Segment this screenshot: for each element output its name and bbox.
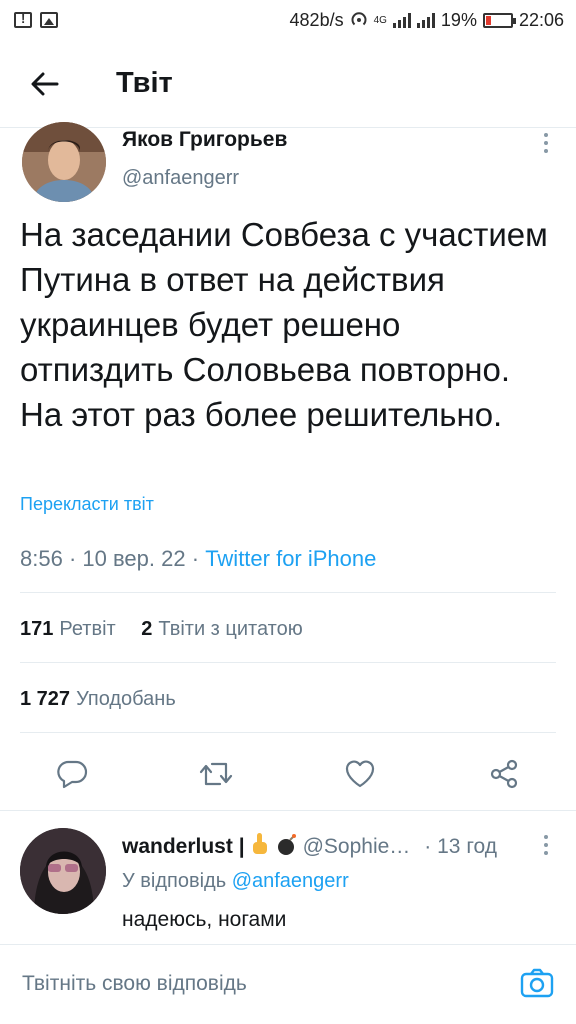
reply-to-label: У відповідь xyxy=(122,870,227,892)
reply-header: wanderlust | @Sophie… · 13 год xyxy=(122,832,497,862)
likes-link[interactable]: 1 727 Уподобань xyxy=(20,688,176,710)
tweet-time: 8:56 xyxy=(20,546,63,571)
like-button[interactable] xyxy=(340,754,380,794)
battery-icon xyxy=(482,12,516,28)
author-name[interactable]: Яков Григорьев xyxy=(122,128,287,152)
tweet-meta: 8:56 · 10 вер. 22 · Twitter for iPhone xyxy=(20,546,376,572)
page-title: Твіт xyxy=(116,67,173,99)
divider xyxy=(20,662,556,663)
battery-percent: 19% xyxy=(440,9,477,30)
clock: 22:06 xyxy=(518,9,564,30)
status-left xyxy=(14,11,58,28)
divider xyxy=(20,592,556,593)
reply-author-handle[interactable]: @Sophie… xyxy=(303,835,411,859)
signal-2-icon xyxy=(416,12,435,28)
reply-avatar[interactable] xyxy=(20,828,106,914)
more-options-button[interactable] xyxy=(542,132,550,159)
status-bar: 482b/s 4G 19% 22:06 xyxy=(0,0,576,40)
heart-icon xyxy=(345,760,375,788)
divider xyxy=(20,732,556,733)
avatar-photo xyxy=(22,122,106,202)
image-notification-icon xyxy=(40,12,58,28)
retweets-link[interactable]: 171 Ретвіт xyxy=(20,618,116,640)
retweet-stats: 171 Ретвіт 2 Твіти з цитатою xyxy=(20,618,303,641)
retweets-count: 171 xyxy=(20,618,54,640)
likes-label: Уподобань xyxy=(76,688,176,710)
hand-emoji-icon xyxy=(251,832,269,862)
reply-time: · 13 год xyxy=(424,835,497,858)
network-type: 4G xyxy=(373,14,387,26)
tweet-actions xyxy=(0,744,576,804)
bomb-emoji-icon xyxy=(275,832,299,862)
reply-compose-input[interactable]: Твітніть свою відповідь xyxy=(22,972,247,996)
arrow-left-icon xyxy=(31,72,59,95)
reply-tweet[interactable]: wanderlust | @Sophie… · 13 год У відпові… xyxy=(0,812,576,942)
status-right: 482b/s 4G 19% 22:06 xyxy=(290,10,564,31)
camera-icon xyxy=(520,968,554,998)
share-button[interactable] xyxy=(484,754,524,794)
back-button[interactable] xyxy=(0,40,90,128)
meta-separator: · xyxy=(191,546,200,571)
network-speed: 482b/s xyxy=(289,9,344,30)
likes-count: 1 727 xyxy=(20,688,71,710)
reply-author-name[interactable]: wanderlust | xyxy=(122,835,245,859)
reply-more-options-button[interactable] xyxy=(542,834,550,861)
quotes-label: Твіти з цитатою xyxy=(158,618,303,640)
likes-stats: 1 727 Уподобань xyxy=(20,688,176,711)
retweet-button[interactable] xyxy=(196,754,236,794)
meta-separator: · xyxy=(68,546,77,571)
tweet-source-link[interactable]: Twitter for iPhone xyxy=(205,546,376,571)
reply-icon xyxy=(57,760,88,789)
reply-button[interactable] xyxy=(52,754,92,794)
author-avatar[interactable] xyxy=(22,122,106,202)
camera-button[interactable] xyxy=(520,966,554,1000)
retweets-label: Ретвіт xyxy=(59,618,116,640)
reply-to-handle-link[interactable]: @anfaengerr xyxy=(232,870,349,892)
retweet-icon xyxy=(199,762,233,786)
translate-tweet-link[interactable]: Перекласти твіт xyxy=(20,494,154,515)
compose-bar: Твітніть свою відповідь xyxy=(0,944,576,1024)
tweet-date: 10 вер. 22 xyxy=(82,546,186,571)
author-handle[interactable]: @anfaengerr xyxy=(122,167,239,190)
author-row: Яков Григорьев @anfaengerr xyxy=(0,122,576,206)
reply-to-line: У відповідь @anfaengerr xyxy=(122,870,349,893)
avatar-photo xyxy=(20,828,106,914)
hotspot-icon xyxy=(351,12,367,26)
alert-notification-icon xyxy=(14,11,32,28)
more-vertical-icon xyxy=(544,133,548,153)
reply-text: надеюсь, ногами xyxy=(122,908,287,931)
signal-icon xyxy=(392,12,411,28)
tweet-text: На заседании Совбеза с участием Путина в… xyxy=(20,216,548,433)
quotes-link[interactable]: 2 Твіти з цитатою xyxy=(141,618,302,640)
header: Твіт xyxy=(0,40,576,128)
section-divider xyxy=(0,810,576,811)
share-icon xyxy=(490,759,518,789)
more-vertical-icon xyxy=(544,835,548,855)
tweet: Яков Григорьев @anfaengerr На заседании … xyxy=(0,122,576,789)
quotes-count: 2 xyxy=(141,618,153,640)
